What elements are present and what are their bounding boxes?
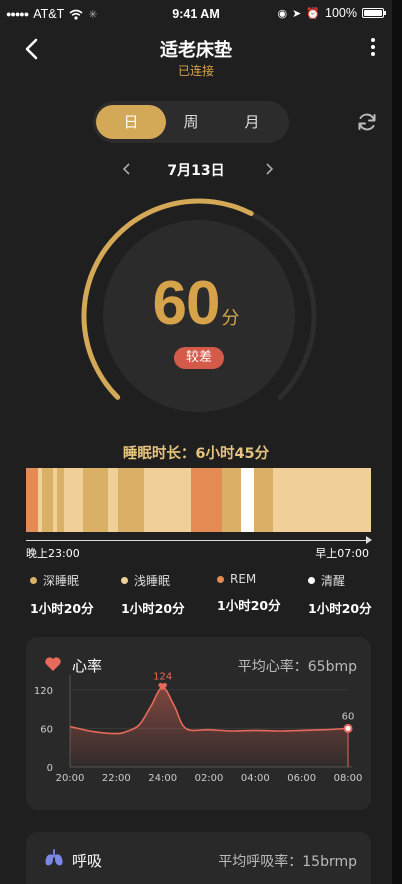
legend-value: 1小时20分 — [30, 601, 94, 616]
lungs-icon — [45, 849, 63, 866]
current-date: 7月13日 — [167, 163, 225, 179]
page-title: 适老床垫 — [160, 40, 232, 61]
sleep-duration: 睡眠时长：6小时45分 — [122, 446, 270, 462]
y-tick-label: 120 — [34, 686, 53, 697]
more-menu-icon[interactable] — [368, 38, 378, 56]
x-tick-label: 02:00 — [195, 773, 224, 784]
battery-percent: 100% — [325, 6, 357, 20]
heart-rate-area — [70, 687, 348, 767]
sleep-segment-deep — [56, 468, 64, 532]
legend-label: 浅睡眠 — [134, 574, 171, 588]
sleep-stage-timeline — [26, 468, 371, 532]
tab-month[interactable]: 月 — [217, 105, 287, 139]
sleep-segment-light — [143, 468, 191, 532]
heart-rate-chart: 0 60 120 20:00 22:00 24:00 02:00 04:00 06:00 08:0… — [34, 671, 363, 784]
phone-screen: ●●●●● AT&T ✳ 9:41 AM ◉ ➤ ⏰ 100% 适老床垫 已连接… — [0, 0, 392, 884]
sleep-segment-light — [273, 468, 371, 532]
x-tick-label: 24:00 — [148, 773, 177, 784]
sleep-score: 60 分 — [0, 268, 392, 339]
legend-dot — [308, 577, 315, 584]
battery-icon — [362, 8, 386, 18]
sleep-segment-deep — [42, 468, 53, 532]
sleep-segment-deep — [82, 468, 109, 532]
period-selector: 日 周 月 — [93, 101, 289, 143]
timeline-axis — [26, 540, 368, 541]
legend-value: 1小时20分 — [121, 601, 185, 616]
sleep-segment-rem — [26, 468, 39, 532]
nav-header: 适老床垫 已连接 — [0, 32, 392, 82]
timeline-start-label: 晚上23:00 — [26, 547, 80, 560]
sleep-segment-deep — [221, 468, 241, 532]
screen-edge — [392, 0, 402, 884]
refresh-icon[interactable] — [356, 111, 378, 133]
legend-dot — [217, 575, 224, 583]
alarm-icon: ⏰ — [306, 7, 321, 20]
heart-rate-line — [69, 686, 349, 735]
heart-rate-card[interactable]: 心率 平均心率：65bmp 0 60 120 20:00 22:00 24:00 02:00… — [26, 637, 371, 810]
timeline-end-label: 早上07:00 — [315, 547, 369, 560]
legend-deep-sleep: 深睡眠 1小时20分 — [30, 572, 100, 617]
legend-awake: 清醒 1小时20分 — [308, 572, 378, 617]
score-unit: 分 — [221, 308, 240, 329]
score-value: 60 — [152, 269, 221, 338]
legend-dot — [121, 577, 128, 584]
x-tick-label: 22:00 — [102, 773, 131, 784]
sleep-segment-deep — [254, 468, 274, 532]
sleep-segment-deep — [118, 468, 144, 532]
legend-label: 清醒 — [321, 574, 346, 588]
date-navigator: 7月13日 — [0, 158, 392, 180]
legend-light-sleep: 浅睡眠 1小时20分 — [121, 572, 191, 617]
current-value-label: 60 — [342, 711, 355, 722]
y-tick-label: 60 — [40, 724, 53, 735]
peak-value-label: 124 — [153, 671, 172, 682]
score-level-badge: 较差 — [174, 347, 224, 369]
breathing-title: 呼吸 — [72, 852, 103, 870]
status-bar: ●●●●● AT&T ✳ 9:41 AM ◉ ➤ ⏰ 100% — [0, 0, 392, 28]
legend-dot — [30, 577, 37, 584]
legend-value: 1小时20分 — [308, 601, 372, 616]
chevron-right-icon[interactable] — [262, 160, 276, 178]
location-icon: ➤ — [292, 7, 302, 20]
x-tick-label: 04:00 — [241, 773, 270, 784]
breathing-average: 平均呼吸率：15brmp — [218, 854, 357, 870]
sleep-segment-light — [63, 468, 83, 532]
y-tick-label: 0 — [47, 763, 53, 774]
legend-rem: REM 1小时20分 — [217, 572, 287, 614]
x-tick-label: 20:00 — [56, 773, 85, 784]
tab-week[interactable]: 周 — [156, 105, 226, 139]
sleep-segment-awake — [240, 468, 255, 532]
timeline-axis-arrow — [366, 536, 372, 544]
legend-value: 1小时20分 — [217, 598, 281, 613]
legend-label: REM — [230, 572, 257, 586]
rotation-lock-icon: ◉ — [277, 7, 288, 20]
connection-status: 已连接 — [177, 64, 214, 78]
legend-label: 深睡眠 — [43, 574, 80, 588]
current-value-dot — [343, 723, 353, 733]
breathing-card[interactable]: 呼吸 平均呼吸率：15brmp — [26, 832, 371, 884]
sleep-segment-light — [108, 468, 119, 532]
sleep-segment-rem — [190, 468, 222, 532]
x-tick-label: 06:00 — [287, 773, 316, 784]
x-tick-label: 08:00 — [334, 773, 363, 784]
